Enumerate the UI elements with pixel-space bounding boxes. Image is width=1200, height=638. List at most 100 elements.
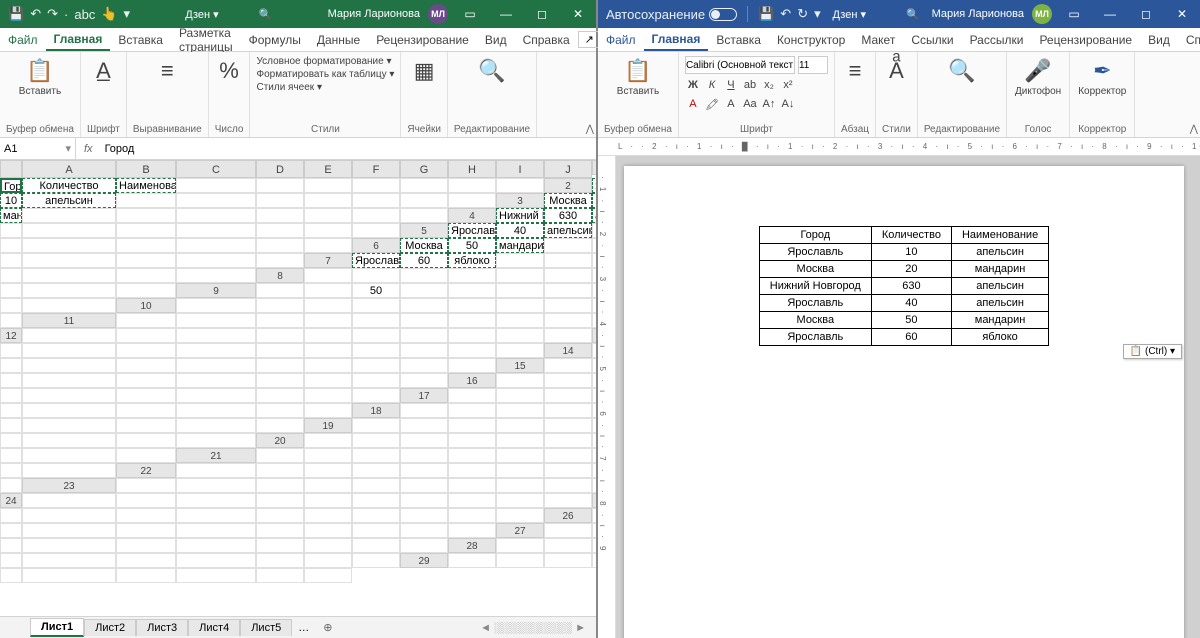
- maximize-icon[interactable]: ◻: [1132, 7, 1160, 21]
- cell-E25[interactable]: [256, 508, 304, 523]
- table-cell[interactable]: апельсин: [951, 295, 1048, 312]
- close-icon[interactable]: ✕: [1168, 7, 1196, 21]
- cell-J6[interactable]: [256, 253, 304, 268]
- cell-J8[interactable]: [116, 283, 176, 298]
- cell-J18[interactable]: [256, 418, 304, 433]
- vertical-ruler[interactable]: · 1 · ı · 2 · ı · 3 · ı · 4 · ı · 5 · ı …: [598, 156, 616, 638]
- name-box[interactable]: ▾: [0, 138, 76, 159]
- table-cell[interactable]: мандарин: [951, 261, 1048, 278]
- number-button[interactable]: %: [217, 56, 241, 86]
- add-sheet-icon[interactable]: ⊕: [323, 621, 332, 634]
- cell-G24[interactable]: [400, 493, 448, 508]
- table-cell[interactable]: Ярославль: [759, 329, 871, 346]
- cell-F11[interactable]: [400, 313, 448, 328]
- cell-A7[interactable]: Ярославль: [352, 253, 400, 268]
- cell-C19[interactable]: [448, 418, 496, 433]
- cell-D10[interactable]: [352, 298, 400, 313]
- cell-A12[interactable]: [22, 328, 116, 343]
- cell-I20[interactable]: [22, 448, 116, 463]
- hscroll[interactable]: ◄ ░░░░░░░░░░ ►: [480, 622, 596, 634]
- cell-C28[interactable]: [592, 538, 596, 553]
- menu-вставка[interactable]: Вставка: [110, 28, 171, 51]
- cell-C16[interactable]: [592, 373, 596, 388]
- cell-G27[interactable]: [256, 538, 304, 553]
- cell-A27[interactable]: [544, 523, 592, 538]
- cell-C29[interactable]: [544, 553, 592, 568]
- cell-G14[interactable]: [304, 358, 352, 373]
- menu-разметка страницы[interactable]: Разметка страницы: [171, 28, 241, 51]
- cell-B28[interactable]: [544, 538, 592, 553]
- row-6[interactable]: 6: [352, 238, 400, 253]
- align-button[interactable]: ≡: [159, 56, 176, 86]
- format-as-table[interactable]: Форматировать как таблицу ▾: [256, 69, 394, 80]
- cell-E7[interactable]: [544, 253, 592, 268]
- cell-E1[interactable]: [256, 178, 304, 193]
- menu-файл[interactable]: Файл: [0, 28, 46, 51]
- cell-I9[interactable]: [0, 298, 22, 313]
- cell-D5[interactable]: [592, 223, 596, 238]
- cell-H23[interactable]: [496, 478, 544, 493]
- cell-D1[interactable]: [176, 178, 256, 193]
- cell-H11[interactable]: [496, 313, 544, 328]
- cell-C11[interactable]: [256, 313, 304, 328]
- word-search-icon[interactable]: 🔍: [906, 8, 920, 21]
- cell-F12[interactable]: [352, 328, 400, 343]
- cell-G7[interactable]: [0, 268, 22, 283]
- cell-I14[interactable]: [400, 358, 448, 373]
- cell-E16[interactable]: [22, 388, 116, 403]
- row-22[interactable]: 22: [116, 463, 176, 478]
- cell-B20[interactable]: [352, 433, 400, 448]
- cell-D12[interactable]: [256, 328, 304, 343]
- cell-D11[interactable]: [304, 313, 352, 328]
- row-23[interactable]: 23: [22, 478, 116, 493]
- italic-button[interactable]: К: [704, 77, 720, 93]
- cell-D14[interactable]: [116, 358, 176, 373]
- cell-B13[interactable]: [22, 343, 116, 358]
- table-cell[interactable]: апельсин: [951, 278, 1048, 295]
- name-box-dropdown-icon[interactable]: ▾: [65, 142, 71, 155]
- spellcheck-icon[interactable]: abc: [74, 7, 95, 22]
- cell-B17[interactable]: [496, 388, 544, 403]
- cell-H9[interactable]: [592, 283, 596, 298]
- cell-A15[interactable]: [544, 358, 592, 373]
- cell-G17[interactable]: [116, 403, 176, 418]
- strike-button[interactable]: ab: [742, 77, 758, 93]
- cell-F24[interactable]: [352, 493, 400, 508]
- cell-F13[interactable]: [304, 343, 352, 358]
- cell-B7[interactable]: 60: [400, 253, 448, 268]
- cell-A18[interactable]: [400, 403, 448, 418]
- row-12[interactable]: 12: [0, 328, 22, 343]
- cell-J2[interactable]: [448, 193, 496, 208]
- cell-I7[interactable]: [116, 268, 176, 283]
- cell-B1[interactable]: Количество: [22, 178, 116, 193]
- cell-A2[interactable]: Ярославль: [592, 178, 596, 193]
- cell-A9[interactable]: [256, 283, 304, 298]
- highlight-button[interactable]: 🖍: [704, 96, 720, 112]
- cell-J20[interactable]: [116, 448, 176, 463]
- menu-вставка[interactable]: Вставка: [708, 28, 769, 51]
- cell-H26[interactable]: [352, 523, 400, 538]
- cell-F20[interactable]: [544, 433, 592, 448]
- clear-format-button[interactable]: A: [723, 96, 739, 112]
- cell-A8[interactable]: [304, 268, 352, 283]
- menu-рассылки[interactable]: Рассылки: [962, 28, 1032, 51]
- word-doc-title[interactable]: Дзен ▾: [832, 8, 866, 21]
- cell-G22[interactable]: [496, 463, 544, 478]
- cell-E29[interactable]: [0, 568, 22, 583]
- cell-D4[interactable]: [0, 223, 22, 238]
- cell-A20[interactable]: [304, 433, 352, 448]
- menu-вид[interactable]: Вид: [1140, 28, 1178, 51]
- cell-F16[interactable]: [116, 388, 176, 403]
- editor-button[interactable]: ✒ Корректор: [1076, 56, 1128, 99]
- cell-F23[interactable]: [400, 478, 448, 493]
- cell-B19[interactable]: [400, 418, 448, 433]
- cell-A21[interactable]: [256, 448, 304, 463]
- select-all[interactable]: [0, 160, 22, 178]
- cell-A22[interactable]: [176, 463, 256, 478]
- document-page[interactable]: ГородКоличествоНаименованиеЯрославль10ап…: [624, 166, 1184, 638]
- cell-G2[interactable]: [304, 193, 352, 208]
- col-G[interactable]: G: [400, 160, 448, 178]
- cell-E9[interactable]: [448, 283, 496, 298]
- cell-C25[interactable]: [116, 508, 176, 523]
- cell-F10[interactable]: [448, 298, 496, 313]
